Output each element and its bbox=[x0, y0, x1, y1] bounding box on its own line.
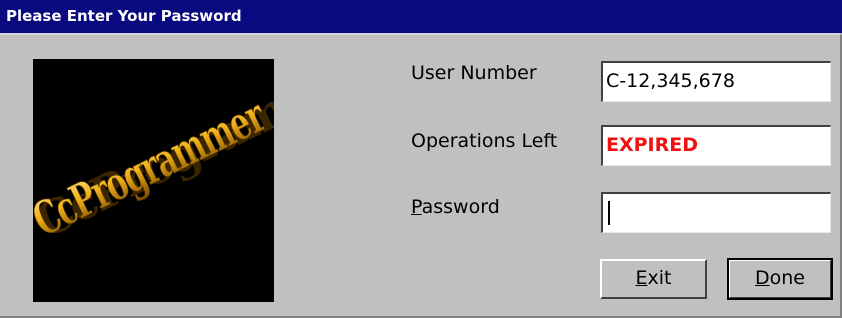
title-divider bbox=[0, 33, 842, 35]
password-label: Password bbox=[411, 196, 500, 218]
done-label-rest: one bbox=[769, 267, 805, 289]
ccprogrammer-logo: CcProgrammer CcProgrammer bbox=[33, 59, 274, 302]
text-caret bbox=[608, 201, 610, 225]
exit-button[interactable]: Exit bbox=[600, 259, 707, 299]
operations-left-field: EXPIRED bbox=[601, 125, 831, 166]
password-label-rest: assword bbox=[421, 196, 500, 218]
done-accelerator: D bbox=[755, 267, 770, 289]
user-number-label: User Number bbox=[411, 62, 537, 84]
operations-left-label: Operations Left bbox=[411, 130, 558, 152]
password-label-accelerator: P bbox=[411, 196, 422, 218]
user-number-field: C-12,345,678 bbox=[601, 61, 831, 102]
password-input[interactable] bbox=[601, 192, 831, 233]
password-dialog: Please Enter Your Password CcProgrammer … bbox=[0, 0, 842, 318]
exit-label-rest: xit bbox=[647, 267, 672, 289]
exit-accelerator: E bbox=[635, 267, 648, 289]
dialog-title: Please Enter Your Password bbox=[0, 0, 842, 33]
done-button[interactable]: Done bbox=[727, 258, 833, 300]
